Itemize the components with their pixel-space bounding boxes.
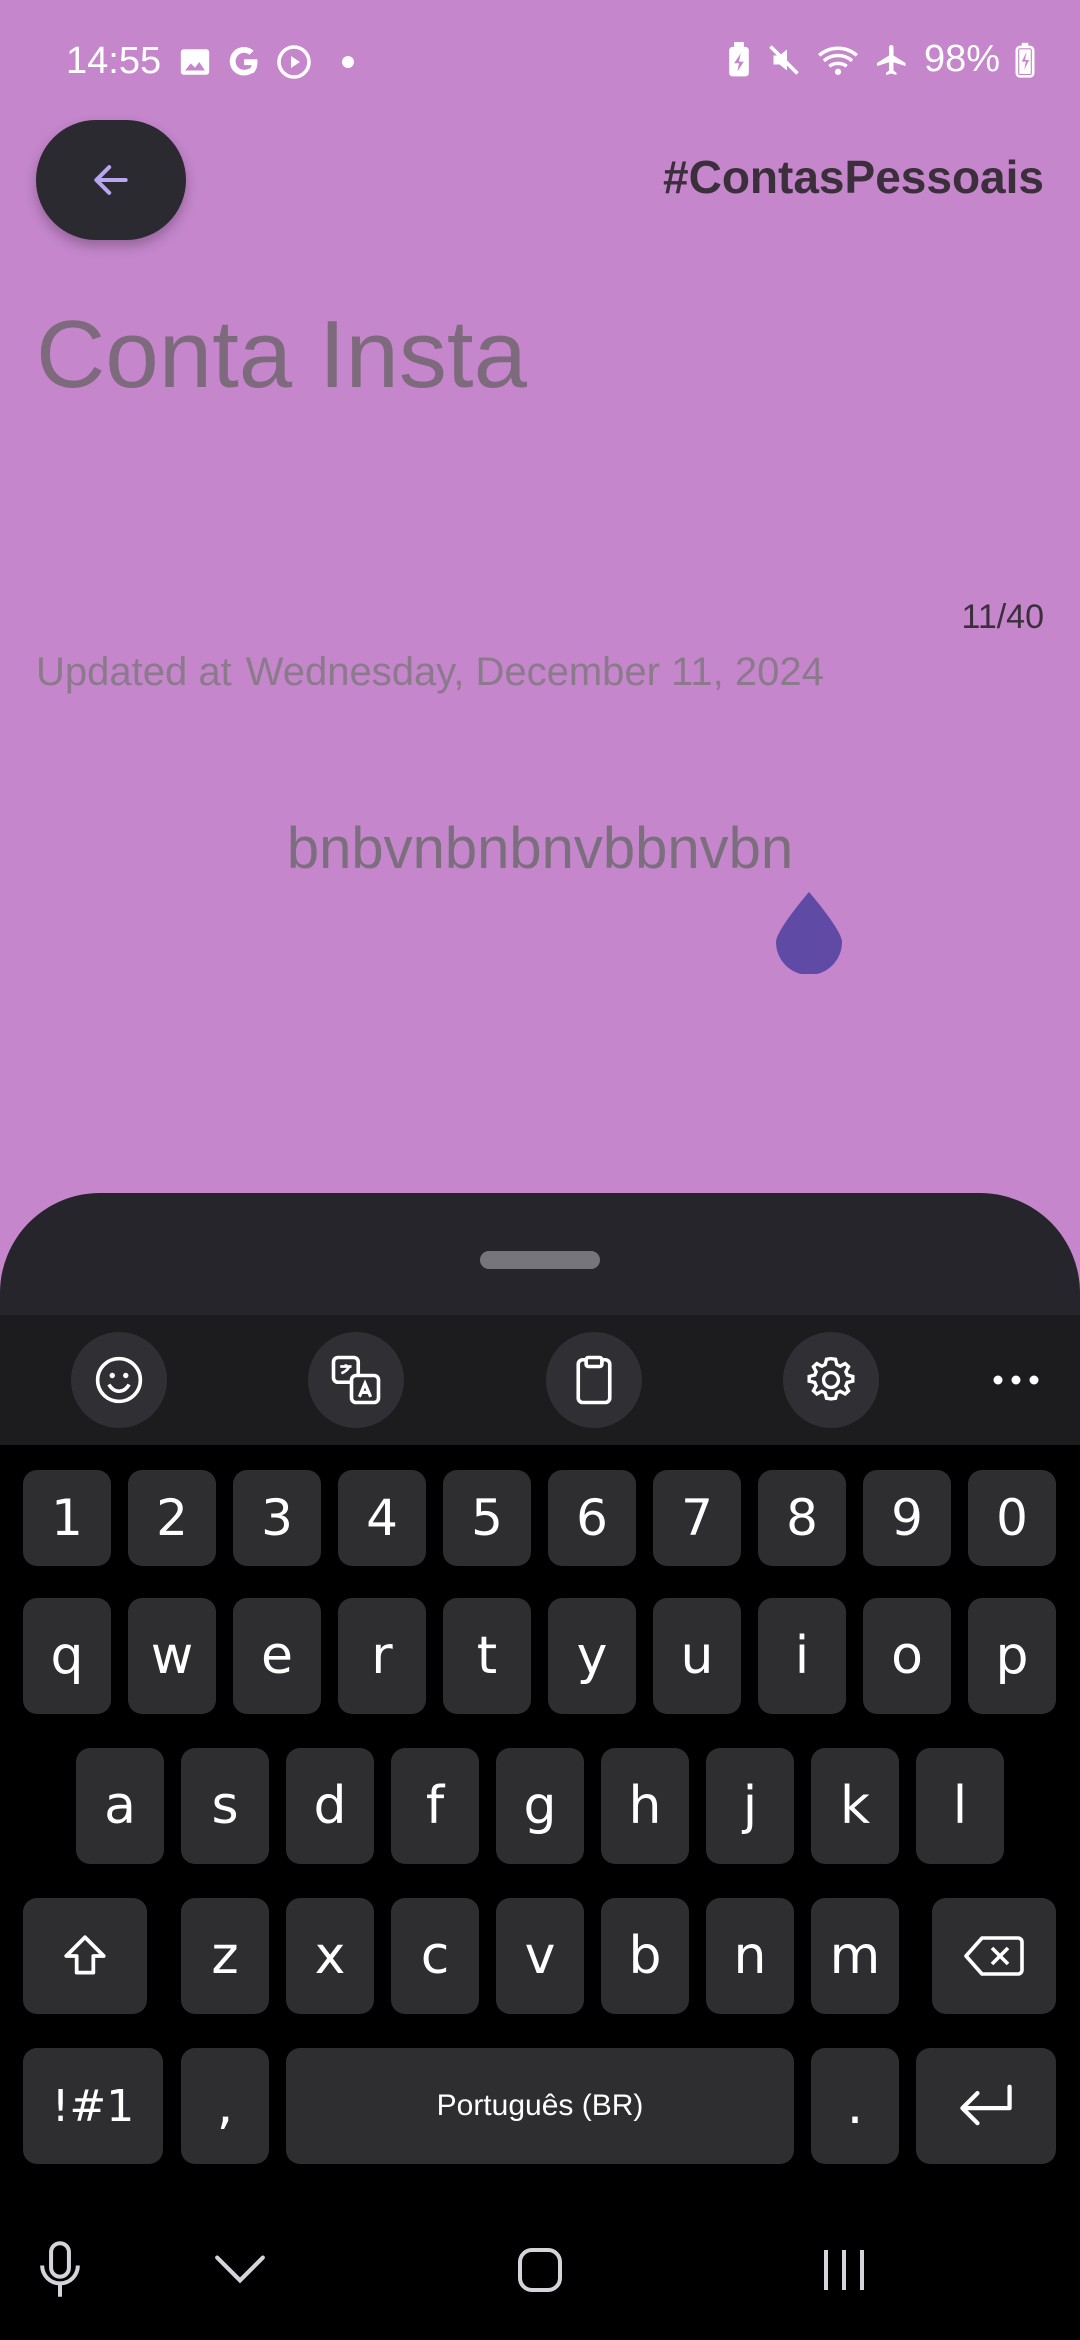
microphone-icon bbox=[40, 2241, 80, 2297]
more-options-button[interactable] bbox=[976, 1362, 1056, 1398]
key-a[interactable]: a bbox=[76, 1748, 164, 1864]
voice-input-button[interactable] bbox=[20, 2230, 100, 2310]
recents-icon bbox=[824, 2250, 864, 2290]
key-e[interactable]: e bbox=[233, 1598, 321, 1714]
key-z[interactable]: z bbox=[181, 1898, 269, 2014]
key-d[interactable]: d bbox=[286, 1748, 374, 1864]
backspace-key[interactable] bbox=[932, 1898, 1056, 2014]
emoji-button[interactable] bbox=[71, 1332, 167, 1428]
key-2[interactable]: 2 bbox=[128, 1470, 216, 1566]
key-1[interactable]: 1 bbox=[23, 1470, 111, 1566]
key-j[interactable]: j bbox=[706, 1748, 794, 1864]
shift-key[interactable] bbox=[23, 1898, 147, 2014]
title-char-count: 11/40 bbox=[961, 598, 1044, 636]
key-h[interactable]: h bbox=[601, 1748, 689, 1864]
backspace-icon bbox=[964, 1936, 1024, 1976]
enter-icon bbox=[960, 2084, 1012, 2126]
updated-at-text: Updated at Wednesday, December 11, 2024 bbox=[36, 650, 824, 695]
key-x[interactable]: x bbox=[286, 1898, 374, 2014]
play-circle-icon bbox=[277, 45, 311, 79]
key-7[interactable]: 7 bbox=[653, 1470, 741, 1566]
shift-icon bbox=[64, 1935, 106, 1975]
key-w[interactable]: w bbox=[128, 1598, 216, 1714]
key-4[interactable]: 4 bbox=[338, 1470, 426, 1566]
period-key[interactable]: . bbox=[811, 2048, 899, 2164]
note-title-field[interactable]: Conta Insta bbox=[36, 300, 527, 410]
key-u[interactable]: u bbox=[653, 1598, 741, 1714]
updated-at-label: Updated at bbox=[36, 650, 232, 694]
translate-icon bbox=[331, 1355, 381, 1405]
key-b[interactable]: b bbox=[601, 1898, 689, 2014]
google-g-icon bbox=[229, 47, 258, 76]
key-c[interactable]: c bbox=[391, 1898, 479, 2014]
key-y[interactable]: y bbox=[548, 1598, 636, 1714]
notification-dot-icon bbox=[342, 56, 354, 68]
clipboard-icon bbox=[576, 1355, 612, 1405]
recents-button[interactable] bbox=[804, 2230, 884, 2310]
battery-saver-icon bbox=[729, 41, 749, 76]
more-icon bbox=[993, 1375, 1039, 1385]
key-0[interactable]: 0 bbox=[968, 1470, 1056, 1566]
key-l[interactable]: l bbox=[916, 1748, 1004, 1864]
battery-percent: 98% bbox=[923, 38, 1000, 80]
key-q[interactable]: q bbox=[23, 1598, 111, 1714]
status-time: 14:55 bbox=[66, 40, 162, 82]
key-3[interactable]: 3 bbox=[233, 1470, 321, 1566]
airplane-icon bbox=[876, 44, 906, 75]
key-k[interactable]: k bbox=[811, 1748, 899, 1864]
keyboard-drag-handle[interactable] bbox=[480, 1251, 600, 1269]
back-button[interactable] bbox=[36, 120, 186, 240]
home-icon bbox=[518, 2248, 562, 2292]
comma-key[interactable]: , bbox=[181, 2048, 269, 2164]
key-s[interactable]: s bbox=[181, 1748, 269, 1864]
key-t[interactable]: t bbox=[443, 1598, 531, 1714]
key-p[interactable]: p bbox=[968, 1598, 1056, 1714]
arrow-left-icon bbox=[94, 165, 128, 195]
image-icon bbox=[180, 49, 210, 75]
home-button[interactable] bbox=[500, 2230, 580, 2310]
battery-charging-icon bbox=[1015, 42, 1035, 78]
status-bar: 14:55 98% bbox=[0, 0, 1080, 125]
key-g[interactable]: g bbox=[496, 1748, 584, 1864]
emoji-icon bbox=[95, 1356, 143, 1404]
updated-at-date: Wednesday, December 11, 2024 bbox=[245, 650, 824, 694]
key-9[interactable]: 9 bbox=[863, 1470, 951, 1566]
wifi-icon bbox=[817, 45, 858, 75]
key-o[interactable]: o bbox=[863, 1598, 951, 1714]
space-key[interactable]: Português (BR) bbox=[286, 2048, 794, 2164]
key-i[interactable]: i bbox=[758, 1598, 846, 1714]
key-v[interactable]: v bbox=[496, 1898, 584, 2014]
note-body-field[interactable]: bnbvnbnbnvbbnvbn bbox=[0, 815, 1080, 882]
note-tag[interactable]: #ContasPessoais bbox=[663, 150, 1044, 204]
key-r[interactable]: r bbox=[338, 1598, 426, 1714]
key-5[interactable]: 5 bbox=[443, 1470, 531, 1566]
enter-key[interactable] bbox=[916, 2048, 1056, 2164]
translate-button[interactable] bbox=[308, 1332, 404, 1428]
symbols-key[interactable]: !#1 bbox=[23, 2048, 163, 2164]
clipboard-button[interactable] bbox=[546, 1332, 642, 1428]
hide-keyboard-button[interactable] bbox=[200, 2230, 280, 2310]
key-n[interactable]: n bbox=[706, 1898, 794, 2014]
key-m[interactable]: m bbox=[811, 1898, 899, 2014]
text-cursor-handle[interactable] bbox=[774, 890, 844, 974]
key-6[interactable]: 6 bbox=[548, 1470, 636, 1566]
key-8[interactable]: 8 bbox=[758, 1470, 846, 1566]
mute-icon bbox=[769, 44, 799, 75]
settings-icon bbox=[807, 1356, 855, 1401]
keyboard-settings-button[interactable] bbox=[783, 1332, 879, 1428]
key-f[interactable]: f bbox=[391, 1748, 479, 1864]
chevron-down-icon bbox=[215, 2255, 265, 2284]
